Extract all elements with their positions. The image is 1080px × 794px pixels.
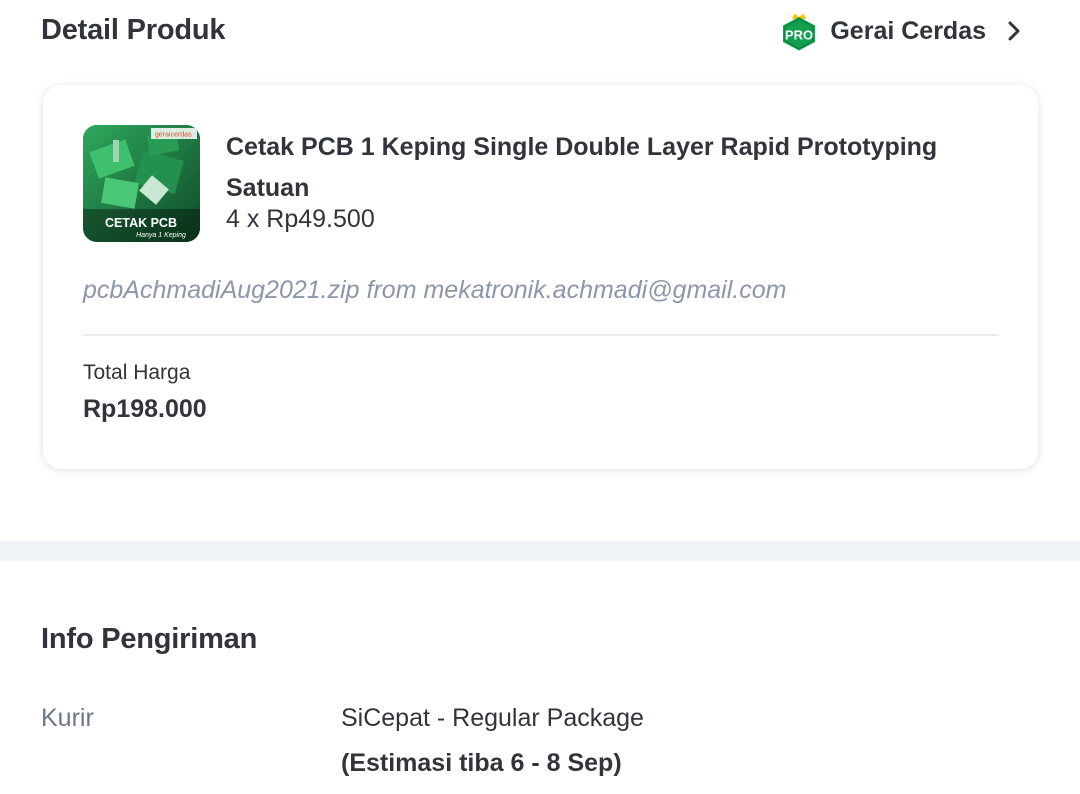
section-separator [0,541,1080,561]
shipping-section-title: Info Pengiriman [41,623,258,655]
total-price-label: Total Harga [83,361,191,384]
delivery-estimate: (Estimasi tiba 6 - 8 Sep) [341,749,622,777]
product-section-title: Detail Produk [41,14,226,46]
thumbnail-title: CETAK PCB [105,216,177,230]
thumbnail-brand-logo: geraicerdas [155,132,192,139]
product-note: pcbAchmadiAug2021.zip from mekatronik.ac… [83,276,787,304]
total-price-value: Rp198.000 [83,395,207,423]
seller-link[interactable]: PRO Gerai Cerdas [779,11,1022,51]
pro-badge-icon: PRO [779,11,819,51]
product-thumbnail[interactable]: CETAK PCB Hanya 1 Keping geraicerdas [83,125,200,242]
thumbnail-subtitle: Hanya 1 Keping [136,232,186,239]
courier-value: SiCepat - Regular Package [341,704,644,732]
product-card[interactable]: CETAK PCB Hanya 1 Keping geraicerdas Cet… [43,85,1038,469]
chevron-right-icon[interactable] [1006,19,1022,43]
seller-name[interactable]: Gerai Cerdas [830,17,986,46]
product-name[interactable]: Cetak PCB 1 Keping Single Double Layer R… [226,127,986,209]
pro-badge-text: PRO [785,28,813,43]
quantity-price: 4 x Rp49.500 [226,205,375,233]
card-divider [83,334,999,336]
courier-label: Kurir [41,704,94,732]
product-section-header: Detail Produk PRO Gerai Cerdas [0,0,1080,70]
